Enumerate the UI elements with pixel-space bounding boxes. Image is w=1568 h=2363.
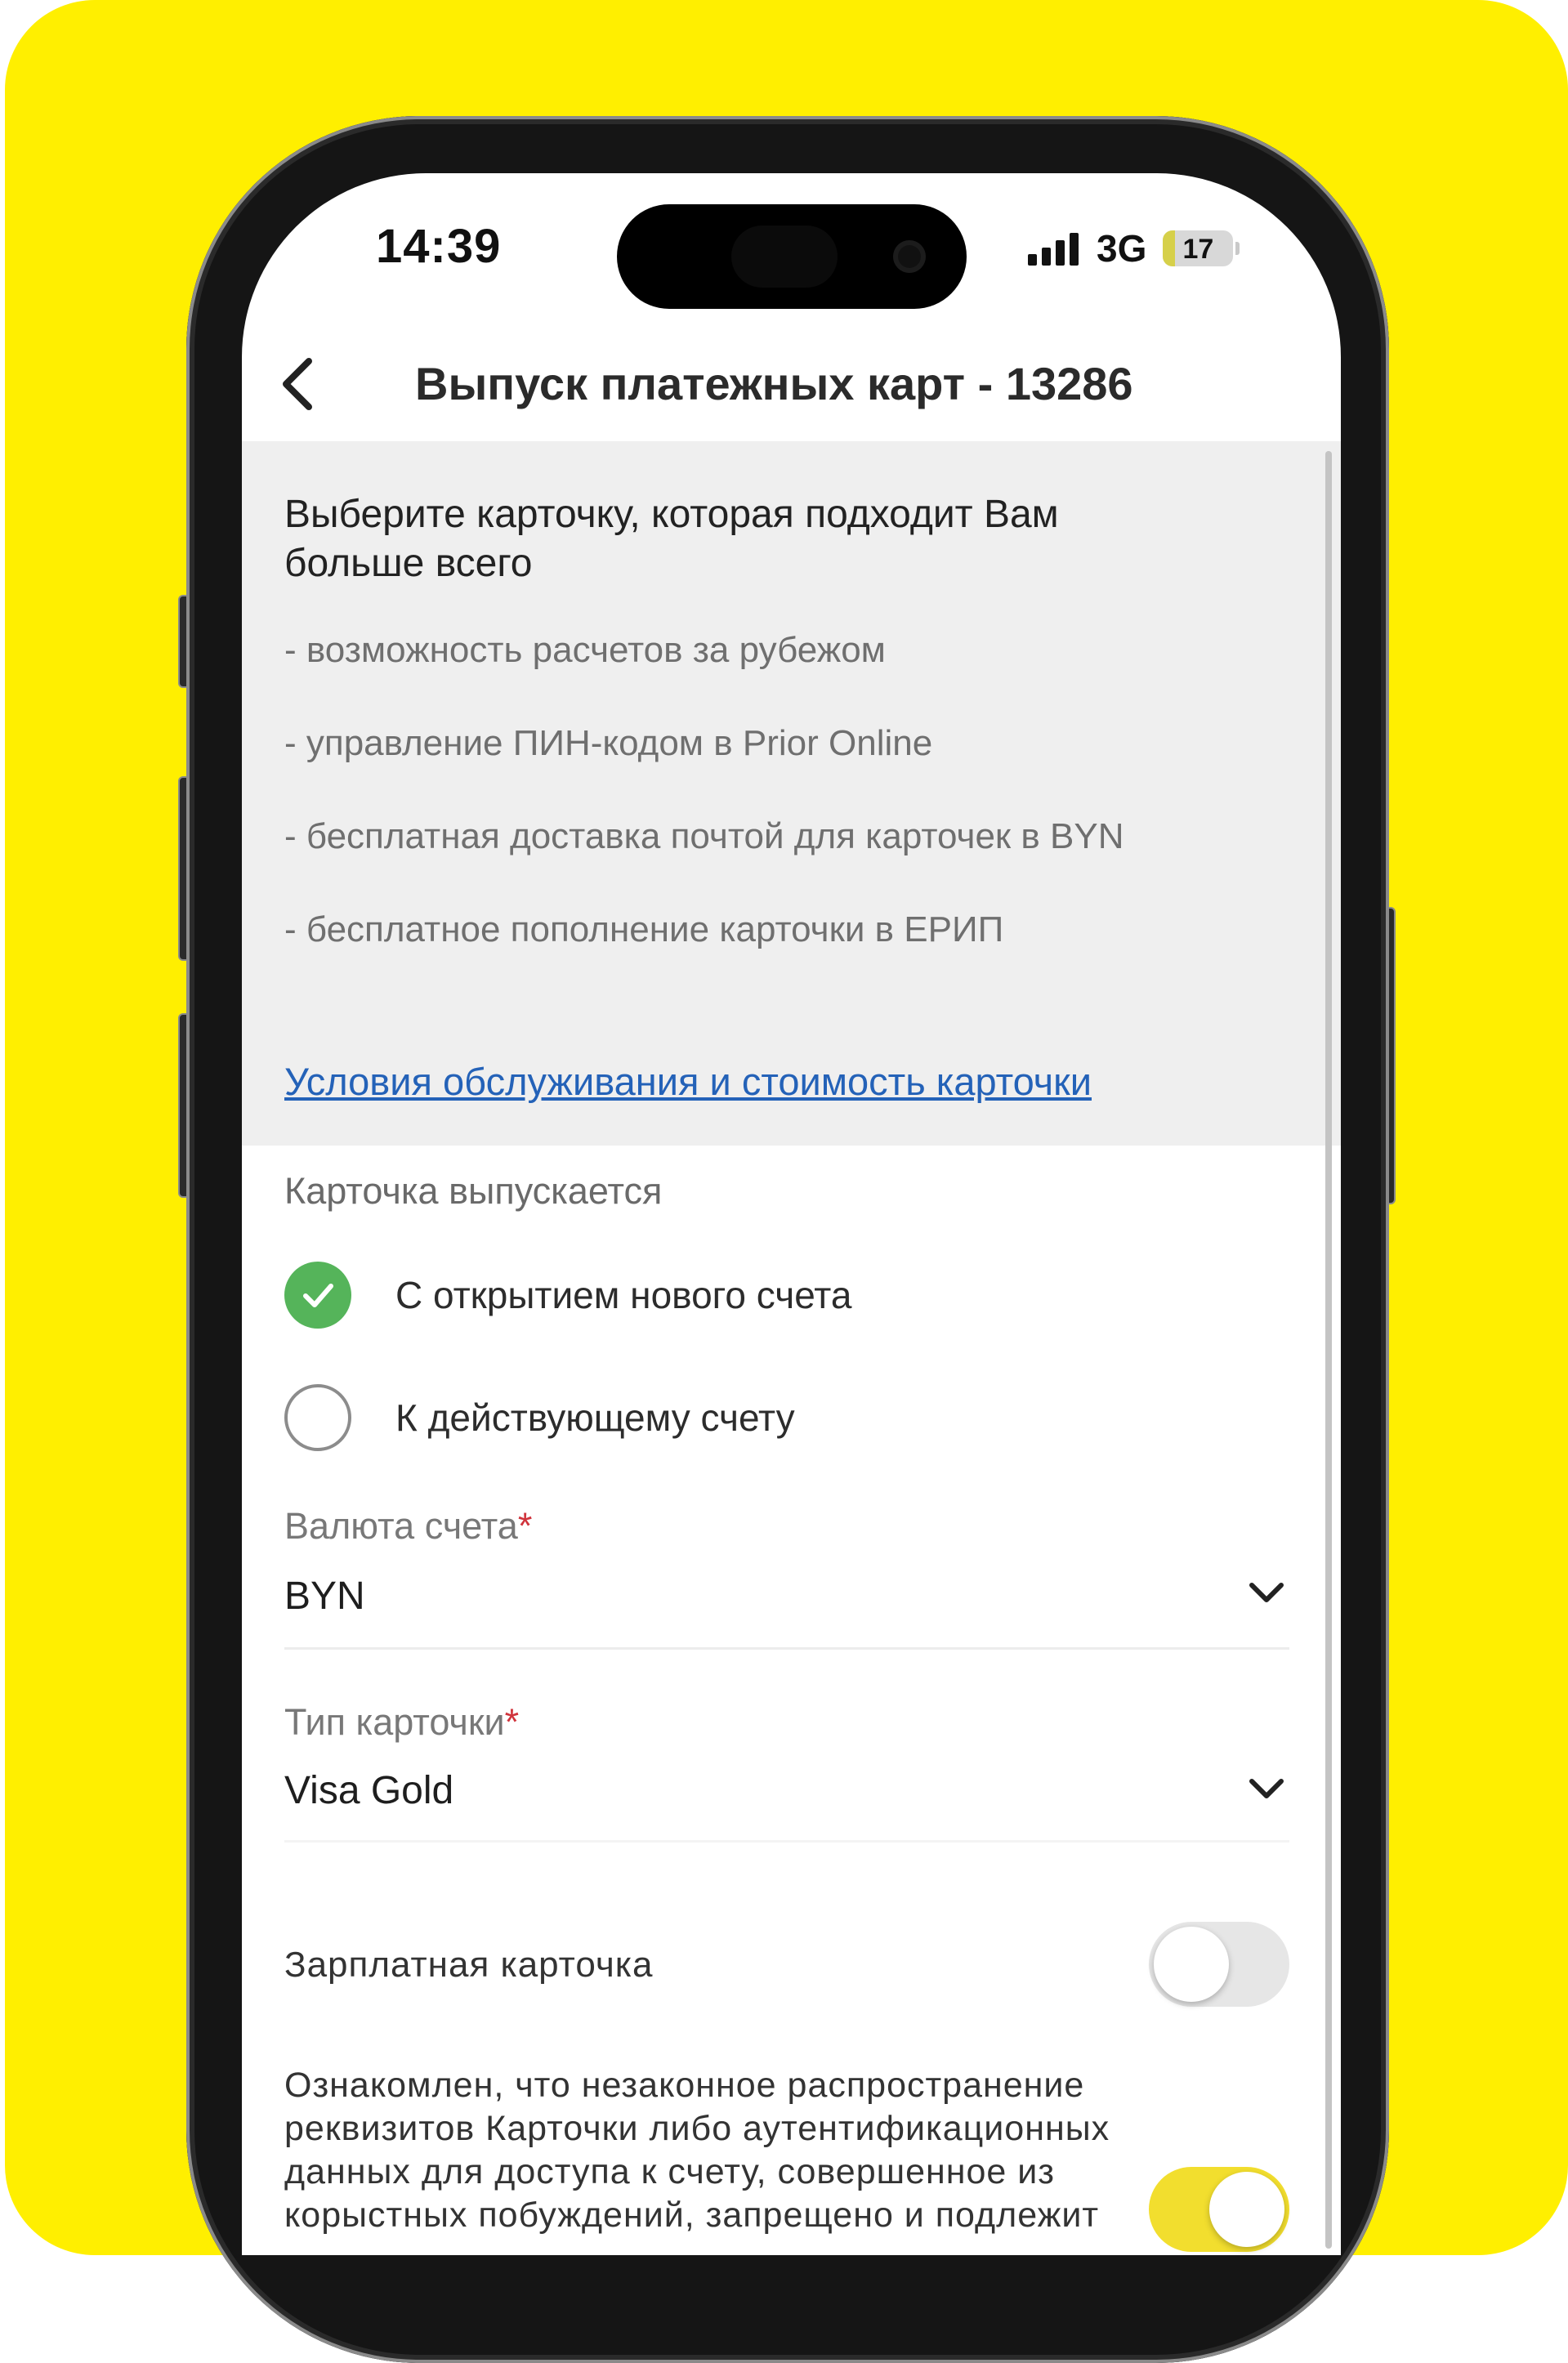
- battery-percent: 17: [1182, 234, 1214, 265]
- info-panel: Выберите карточку, которая подходит Вам …: [242, 441, 1341, 1146]
- camera-icon: [893, 240, 926, 273]
- network-type: 3G: [1097, 227, 1147, 270]
- salary-card-label: Зарплатная карточка: [284, 1945, 654, 1985]
- status-indicators: 3G 17: [1028, 224, 1240, 273]
- face-id-sensor: [731, 226, 838, 288]
- status-time: 14:39: [376, 220, 502, 273]
- required-mark: *: [517, 1505, 533, 1547]
- feature-item: - возможность расчетов за рубежом: [284, 630, 886, 670]
- signal-icon: [1028, 231, 1079, 266]
- terms-link[interactable]: Условия обслуживания и стоимость карточк…: [284, 1057, 1092, 1106]
- feature-item: - бесплатная доставка почтой для карточе…: [284, 816, 1124, 856]
- salary-card-toggle[interactable]: [1149, 1922, 1289, 2007]
- phone-screen: 14:39 3G 17 Выпуск платежных карт - 1328…: [242, 173, 1341, 2255]
- field-divider: [284, 1647, 1289, 1650]
- promo-poster: 14:39 3G 17 Выпуск платежных карт - 1328…: [0, 0, 1568, 2363]
- radio-label: К действующему счету: [395, 1396, 795, 1439]
- back-button[interactable]: [276, 351, 325, 417]
- currency-select[interactable]: BYN: [284, 1574, 365, 1619]
- card-type-select[interactable]: Visa Gold: [284, 1768, 453, 1813]
- info-heading: Выберите карточку, которая подходит Вам …: [284, 493, 1059, 585]
- field-divider: [284, 1840, 1289, 1843]
- scrollbar[interactable]: [1325, 451, 1332, 2249]
- radio-checked[interactable]: [284, 1262, 351, 1329]
- feature-item: - бесплатное пополнение карточки в ЕРИП: [284, 909, 1004, 949]
- feature-item: - управление ПИН-кодом в Prior Online: [284, 723, 933, 763]
- chevron-down-icon[interactable]: [1247, 1579, 1286, 1608]
- card-type-label: Тип карточки*: [284, 1701, 519, 1744]
- chevron-down-icon[interactable]: [1247, 1775, 1286, 1804]
- dynamic-island: [617, 204, 967, 309]
- currency-label-text: Валюта счета: [284, 1505, 518, 1547]
- battery-icon: 17: [1163, 230, 1234, 266]
- battery-tip: [1235, 242, 1240, 255]
- required-mark: *: [504, 1701, 520, 1743]
- radio-unchecked[interactable]: [284, 1384, 351, 1451]
- chevron-left-icon: [283, 358, 312, 410]
- card-type-label-text: Тип карточки: [284, 1701, 505, 1743]
- checkmark-icon: [303, 1284, 333, 1307]
- issue-section-label: Карточка выпускается: [284, 1170, 663, 1212]
- consent-toggle[interactable]: [1149, 2167, 1289, 2252]
- toggle-knob: [1209, 2172, 1284, 2247]
- toggle-knob: [1154, 1927, 1229, 2002]
- consent-text: Ознакомлен, что незаконное распространен…: [284, 2066, 1110, 2235]
- radio-existing-account[interactable]: К действующему счету: [284, 1383, 795, 1453]
- page-title: Выпуск платежных карт - 13286: [415, 358, 1133, 409]
- currency-label: Валюта счета*: [284, 1505, 532, 1548]
- radio-new-account[interactable]: С открытием нового счета: [284, 1260, 851, 1330]
- radio-label: С открытием нового счета: [395, 1274, 852, 1316]
